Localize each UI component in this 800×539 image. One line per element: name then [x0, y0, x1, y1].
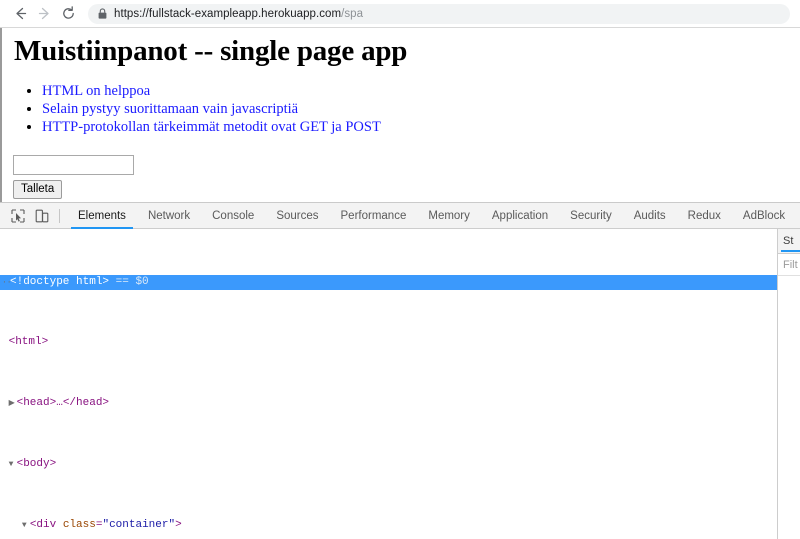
browser-toolbar: https://fullstack-exampleapp.herokuapp.c… [0, 0, 800, 27]
styles-filter-input[interactable]: Filt [778, 259, 798, 271]
list-item: HTTP-protokollan tärkeimmät metodit ovat… [42, 118, 800, 136]
selected-marker: == $0 [115, 275, 149, 288]
arrow-left-icon [15, 7, 26, 20]
save-button[interactable]: Talleta [13, 179, 63, 199]
expand-triangle: ·· [2, 277, 12, 287]
devtools-tabs: Elements Network Console Sources Perform… [67, 203, 800, 229]
styles-filter-bar[interactable]: Filt [778, 254, 800, 276]
back-button[interactable] [8, 2, 32, 26]
div-tag: div [36, 518, 57, 531]
tab-console[interactable]: Console [201, 203, 265, 229]
devtools-body: ··<!doctype html> == $0 <html> ▶ <head>…<… [0, 229, 800, 539]
device-toolbar-button[interactable] [30, 205, 54, 227]
url-text: https://fullstack-exampleapp.herokuapp.c… [114, 8, 363, 20]
note-input[interactable] [13, 154, 134, 175]
styles-tabbar: St [778, 229, 800, 254]
inspect-element-button[interactable] [6, 205, 30, 227]
url-origin: https://fullstack-exampleapp.herokuapp.c… [114, 7, 342, 20]
tab-memory[interactable]: Memory [417, 203, 481, 229]
chevron-right-icon[interactable]: ▶ [9, 396, 17, 411]
tab-audits[interactable]: Audits [623, 203, 677, 229]
tab-application[interactable]: Application [481, 203, 559, 229]
device-toolbar-icon [35, 209, 49, 222]
tab-elements[interactable]: Elements [67, 203, 137, 229]
url-path: /spa [341, 7, 364, 20]
dom-line-html[interactable]: <html> [0, 335, 777, 350]
dom-line-head[interactable]: ▶ <head>…</head> [0, 396, 777, 411]
attr-class: class [62, 518, 96, 531]
forward-button[interactable] [32, 2, 56, 26]
notes-list: HTML on helppoa Selain pystyy suorittama… [10, 82, 800, 136]
dom-tree: ··<!doctype html> == $0 <html> ▶ <head>…<… [0, 229, 777, 539]
chevron-down-icon[interactable]: ▼ [9, 457, 17, 472]
styles-pane: St Filt [777, 229, 800, 539]
devtools-panel: Elements Network Console Sources Perform… [0, 202, 800, 539]
tab-performance[interactable]: Performance [330, 203, 418, 229]
tab-adblock[interactable]: AdBlock [732, 203, 796, 229]
page-container: Muistiinpanot -- single page app HTML on… [0, 28, 800, 199]
dom-line-doctype[interactable]: ··<!doctype html> == $0 [0, 274, 777, 290]
head-tag: <head>…</head> [16, 397, 110, 410]
arrow-right-icon [38, 7, 49, 20]
inspect-element-icon [11, 208, 25, 223]
toolbar-divider [59, 208, 60, 223]
notes-form: Talleta [13, 154, 800, 199]
reload-icon [62, 6, 74, 19]
tab-sources[interactable]: Sources [265, 203, 329, 229]
dom-line-body[interactable]: ▼ <body> [0, 457, 777, 472]
page-title: Muistiinpanot -- single page app [14, 35, 408, 67]
dom-line-div-container[interactable]: ▼ <div class="container"> [0, 518, 777, 533]
tab-redux[interactable]: Redux [677, 203, 732, 229]
list-item: HTML on helppoa [42, 82, 800, 100]
tab-security[interactable]: Security [559, 203, 623, 229]
body-tag: <body> [16, 458, 57, 470]
devtools-toolbar: Elements Network Console Sources Perform… [0, 203, 800, 229]
lock-icon [98, 8, 107, 19]
address-bar[interactable]: https://fullstack-exampleapp.herokuapp.c… [88, 3, 790, 24]
reload-button[interactable] [56, 2, 80, 26]
tab-network[interactable]: Network [137, 203, 201, 229]
html-tag: <html> [8, 336, 49, 349]
chevron-down-icon[interactable]: ▼ [22, 518, 30, 533]
doctype-text: <!doctype html> [10, 275, 110, 288]
attr-value: "container" [102, 518, 176, 531]
tab-styles[interactable]: St [778, 235, 800, 252]
list-item: Selain pystyy suorittamaan vain javascri… [42, 100, 800, 118]
dom-tree-pane[interactable]: ··<!doctype html> == $0 <html> ▶ <head>…<… [0, 229, 777, 539]
page-viewport: Muistiinpanot -- single page app HTML on… [0, 27, 800, 202]
